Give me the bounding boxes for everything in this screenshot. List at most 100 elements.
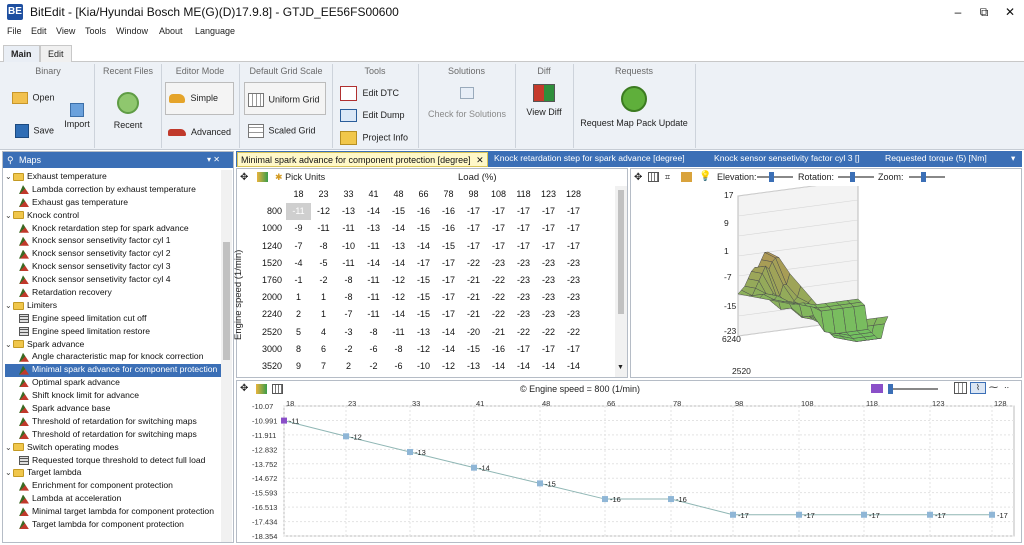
uniform-grid-button[interactable]: Uniform Grid bbox=[244, 82, 326, 115]
line-points-icon[interactable]: ⌇ bbox=[970, 382, 986, 394]
search-icon[interactable]: ⚲ bbox=[7, 155, 14, 166]
move-icon[interactable]: ✥ bbox=[240, 383, 248, 394]
grid-cell[interactable]: 1 bbox=[286, 289, 311, 306]
grid-cell[interactable]: -14 bbox=[361, 203, 386, 220]
grid-cell[interactable]: -14 bbox=[561, 358, 586, 375]
grid-cell[interactable]: -17 bbox=[486, 238, 511, 255]
pick-units-button[interactable]: ✱ Pick Units bbox=[275, 172, 325, 183]
grid-cell[interactable]: -22 bbox=[511, 324, 536, 341]
tree-folder[interactable]: ⌄ Target lambda bbox=[5, 467, 221, 480]
grid-cell[interactable]: -13 bbox=[336, 203, 361, 220]
recent-button[interactable]: Recent bbox=[110, 92, 146, 130]
grid-cell[interactable]: -2 bbox=[361, 358, 386, 375]
grid-cell[interactable]: -14 bbox=[386, 220, 411, 237]
view-diff-button[interactable]: View Diff bbox=[522, 84, 566, 117]
check-solutions-button[interactable]: Check for Solutions bbox=[424, 87, 510, 119]
grid-cell[interactable]: -21 bbox=[461, 272, 486, 289]
grid-cell[interactable]: -17 bbox=[536, 220, 561, 237]
tree-item[interactable]: Minimal target lambda for component prot… bbox=[5, 506, 221, 519]
line-icon[interactable]: ⁓ bbox=[989, 382, 998, 393]
grid-cell[interactable]: -10 bbox=[411, 358, 436, 375]
grid-cell[interactable]: -15 bbox=[411, 272, 436, 289]
grid-cell[interactable]: -22 bbox=[536, 324, 561, 341]
data-point[interactable] bbox=[796, 511, 802, 518]
grid-cell[interactable]: -12 bbox=[386, 272, 411, 289]
data-point[interactable] bbox=[602, 496, 608, 503]
tree-folder[interactable]: ⌄ Limiters bbox=[5, 300, 221, 313]
grid-cell[interactable]: 1 bbox=[311, 306, 336, 323]
doc-tab-requested-torque[interactable]: Requested torque (5) [Nm] bbox=[885, 153, 987, 163]
grid-cell[interactable]: -11 bbox=[311, 220, 336, 237]
grid-cell[interactable]: -23 bbox=[536, 306, 561, 323]
grid-cell[interactable]: -11 bbox=[361, 272, 386, 289]
grid-cell[interactable]: -15 bbox=[411, 306, 436, 323]
grid-cell[interactable]: -14 bbox=[386, 306, 411, 323]
tree-folder[interactable]: ⌄ Switch operating modes bbox=[5, 442, 221, 455]
tree-item[interactable]: Exhaust gas temperature bbox=[5, 197, 221, 210]
grid-cell[interactable]: -22 bbox=[561, 324, 586, 341]
palette-icon[interactable] bbox=[256, 384, 267, 394]
grid-cell[interactable]: -6 bbox=[386, 358, 411, 375]
tree-item[interactable]: Lambda correction by exhaust temperature bbox=[5, 184, 221, 197]
grid-cell[interactable]: -14 bbox=[511, 358, 536, 375]
grid-cell[interactable]: -8 bbox=[361, 324, 386, 341]
grid-cell[interactable]: -20 bbox=[461, 324, 486, 341]
grid-cell[interactable]: 5 bbox=[286, 324, 311, 341]
tree-item[interactable]: Lambda at acceleration bbox=[5, 493, 221, 506]
tree-item[interactable]: Target lambda for component protection bbox=[5, 519, 221, 532]
grid-cell[interactable]: -23 bbox=[561, 306, 586, 323]
zoom-slider[interactable] bbox=[909, 172, 945, 182]
grid-cell[interactable]: -12 bbox=[411, 341, 436, 358]
grid-cell[interactable]: -17 bbox=[536, 203, 561, 220]
grid-cell[interactable]: -23 bbox=[561, 255, 586, 272]
surface-icon[interactable] bbox=[681, 172, 692, 182]
grid-cell[interactable]: -21 bbox=[461, 306, 486, 323]
grid-cell[interactable]: -11 bbox=[361, 289, 386, 306]
grid-cell[interactable]: -15 bbox=[411, 220, 436, 237]
grid-cell[interactable]: -17 bbox=[461, 203, 486, 220]
grid-cell[interactable]: 4 bbox=[311, 324, 336, 341]
grid-cell[interactable]: -22 bbox=[461, 255, 486, 272]
grid-cell[interactable]: -17 bbox=[461, 220, 486, 237]
tree-item[interactable]: Knock sensor sensetivity factor cyl 3 bbox=[5, 261, 221, 274]
tree-folder[interactable]: ⌄ Spark advance bbox=[5, 339, 221, 352]
grid-cell[interactable]: -4 bbox=[286, 255, 311, 272]
grid-cell[interactable]: -22 bbox=[486, 306, 511, 323]
grid-cell[interactable]: -23 bbox=[561, 272, 586, 289]
grid-cell[interactable]: -17 bbox=[561, 341, 586, 358]
grid-cell[interactable]: 1 bbox=[311, 289, 336, 306]
tree-item[interactable]: Engine speed limitation cut off bbox=[5, 313, 221, 326]
tree-item[interactable]: Knock retardation step for spark advance bbox=[5, 223, 221, 236]
grid-cell[interactable]: -16 bbox=[436, 220, 461, 237]
menu-edit[interactable]: Edit bbox=[31, 26, 47, 36]
grid-cell[interactable]: -5 bbox=[311, 255, 336, 272]
scroll-down-icon[interactable]: ▼ bbox=[617, 364, 624, 371]
data-point[interactable] bbox=[281, 417, 287, 424]
grid-cell[interactable]: -15 bbox=[461, 341, 486, 358]
tree-item[interactable]: Knock sensor sensetivity factor cyl 2 bbox=[5, 248, 221, 261]
data-point[interactable] bbox=[668, 496, 674, 503]
grid-cell[interactable]: 2 bbox=[286, 306, 311, 323]
grid-cell[interactable]: -17 bbox=[561, 203, 586, 220]
grid-cell[interactable]: -17 bbox=[436, 289, 461, 306]
collapse-icon[interactable]: ⌄ bbox=[5, 211, 13, 220]
collapse-icon[interactable]: ⌄ bbox=[5, 172, 13, 181]
data-point[interactable] bbox=[407, 448, 413, 455]
grid-cell[interactable]: -2 bbox=[336, 341, 361, 358]
grid-cell[interactable]: -12 bbox=[386, 289, 411, 306]
scaled-grid-button[interactable]: Scaled Grid bbox=[248, 124, 316, 138]
menu-tools[interactable]: Tools bbox=[85, 26, 106, 36]
minimize-button[interactable]: – bbox=[948, 3, 968, 21]
menu-window[interactable]: Window bbox=[116, 26, 148, 36]
grid-cell[interactable]: -23 bbox=[511, 272, 536, 289]
grid-cell[interactable]: -8 bbox=[336, 272, 361, 289]
tree-item[interactable]: Retardation recovery bbox=[5, 287, 221, 300]
grid-cell[interactable]: -23 bbox=[536, 289, 561, 306]
grid-cell[interactable]: -15 bbox=[436, 238, 461, 255]
grid-cell[interactable]: -14 bbox=[486, 358, 511, 375]
collapse-icon[interactable]: ⌄ bbox=[5, 443, 13, 452]
grid-icon[interactable] bbox=[648, 172, 659, 182]
grid-cell[interactable]: -2 bbox=[311, 272, 336, 289]
grid-cell[interactable]: -16 bbox=[411, 203, 436, 220]
grid-cell[interactable]: -16 bbox=[436, 203, 461, 220]
